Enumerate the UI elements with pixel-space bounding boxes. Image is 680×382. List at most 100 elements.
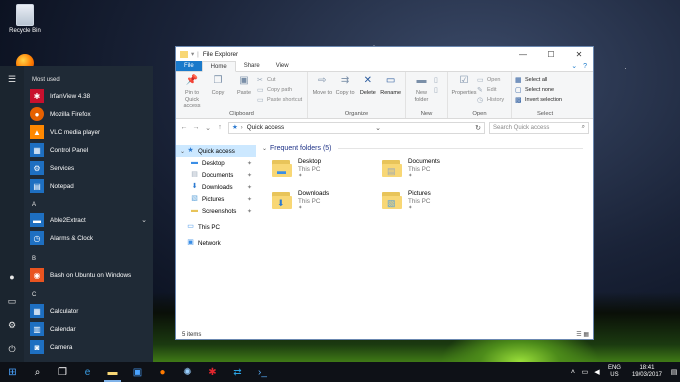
copy-label: Copy: [211, 90, 225, 96]
clock[interactable]: 18:41 19/03/2017: [632, 365, 662, 379]
app-calendar[interactable]: ▥ Calendar: [30, 321, 147, 337]
group-label: Clipboard: [229, 111, 254, 117]
app-irfanview[interactable]: ✱ IrfanView 4.38: [30, 88, 147, 104]
network-tool-icon[interactable]: ✺: [175, 362, 200, 382]
app-calculator[interactable]: ▦ Calculator: [30, 303, 147, 319]
nav-item-screenshots[interactable]: ▬ Screenshots ✦: [176, 205, 256, 217]
user-icon[interactable]: ●: [6, 272, 18, 282]
action-center-icon[interactable]: ▤: [668, 368, 680, 376]
properties-label: Properties: [451, 90, 477, 96]
history-button[interactable]: ◷ History: [477, 96, 504, 104]
task-view-icon[interactable]: ❐: [50, 362, 75, 382]
app-services[interactable]: ⚙ Services: [30, 160, 147, 176]
address-dropdown-icon[interactable]: ⌄: [372, 124, 384, 132]
power-icon[interactable]: ⏻: [6, 344, 18, 354]
windows-start-icon[interactable]: ⊞: [0, 362, 25, 382]
edit-button[interactable]: ✎ Edit: [477, 86, 504, 94]
app-firefox[interactable]: ● Mozilla Firefox: [30, 106, 147, 122]
app-notepad[interactable]: ▤ Notepad: [30, 178, 147, 194]
section-header-a[interactable]: A: [32, 202, 36, 208]
nav-item-documents[interactable]: ▤ Documents ✦: [176, 169, 256, 181]
tab-file[interactable]: File: [176, 61, 202, 71]
network-icon[interactable]: ▭: [579, 368, 591, 376]
view-toggle-icons[interactable]: ☰ ▦: [576, 331, 589, 338]
title-bar[interactable]: ▾ | File Explorer — ☐ ✕: [176, 47, 593, 61]
recycle-bin-shortcut[interactable]: Recycle Bin: [2, 4, 48, 34]
section-header-c[interactable]: C: [32, 292, 36, 298]
nav-item-pictures[interactable]: ▧ Pictures ✦: [176, 193, 256, 205]
chevron-up-icon[interactable]: ˄: [567, 369, 579, 376]
tab-view[interactable]: View: [268, 61, 297, 71]
address-bar[interactable]: ★ › Quick access ⌄ ↻: [228, 121, 485, 134]
minimize-button[interactable]: —: [509, 50, 537, 59]
store-icon[interactable]: ▣: [125, 362, 150, 382]
app-vlc[interactable]: ▲ VLC media player: [30, 124, 147, 140]
folder-tile-downloads[interactable]: ⬇ Downloads This PC ✦: [272, 190, 329, 213]
navigation-pane: ⌄ ★ Quick access ▬ Desktop ✦ ▤ Documents…: [176, 140, 256, 329]
volume-icon[interactable]: ◀: [591, 368, 603, 376]
ribbon: 📌 Pin to Quick access ❐ Copy ▣ Paste ✂ Cu…: [176, 72, 593, 119]
close-button[interactable]: ✕: [565, 50, 593, 59]
folder-tile-documents[interactable]: ▤ Documents This PC ✦: [382, 158, 440, 181]
open-button[interactable]: ▭ Open: [477, 76, 504, 84]
nav-item-this-pc[interactable]: ▭ This PC: [176, 221, 256, 233]
up-arrow-icon[interactable]: ↑: [216, 124, 224, 131]
easy-access-button[interactable]: ▯: [434, 86, 444, 94]
app-bash-ubuntu[interactable]: ◉ Bash on Ubuntu on Windows: [30, 267, 147, 283]
chevron-down-icon[interactable]: ⌄: [141, 216, 147, 224]
tab-share[interactable]: Share: [236, 61, 268, 71]
maximize-button[interactable]: ☐: [537, 50, 565, 59]
cut-button[interactable]: ✂ Cut: [257, 76, 302, 84]
select-none-button[interactable]: ▢ Select none: [515, 86, 562, 94]
teamviewer-icon[interactable]: ⇄: [225, 362, 250, 382]
app-able2extract[interactable]: ▬ Able2Extract ⌄: [30, 212, 147, 228]
language-indicator[interactable]: ENG US: [608, 365, 621, 379]
computer-icon: ▭: [187, 223, 194, 230]
search-icon[interactable]: ⌕: [25, 362, 50, 382]
folder-tile-desktop[interactable]: ▬ Desktop This PC ✦: [272, 158, 321, 181]
recent-locations-icon[interactable]: ⌄: [204, 124, 212, 132]
search-input[interactable]: Search Quick access ⌕: [489, 121, 589, 134]
tab-home[interactable]: Home: [201, 61, 236, 72]
irfanview-icon[interactable]: ✱: [200, 362, 225, 382]
copy-icon: ❐: [213, 74, 223, 86]
back-arrow-icon[interactable]: ←: [180, 124, 188, 131]
app-camera[interactable]: ◙ Camera: [30, 339, 147, 355]
nav-item-downloads[interactable]: ⬇ Downloads ✦: [176, 181, 256, 193]
breadcrumb[interactable]: Quick access: [247, 124, 284, 131]
powershell-icon[interactable]: ›_: [250, 362, 275, 382]
documents-folder-icon: ▤: [382, 158, 402, 178]
copy-path-button[interactable]: ▭ Copy path: [257, 86, 302, 94]
nav-item-network[interactable]: ▣ Network: [176, 237, 256, 249]
new-item-icon: ▯: [434, 77, 438, 84]
refresh-icon[interactable]: ↻: [472, 124, 484, 132]
frequent-folders-header[interactable]: ⌄ Frequent folders (5): [262, 142, 593, 154]
edge-icon[interactable]: e: [75, 362, 100, 382]
nav-item-quick-access[interactable]: ⌄ ★ Quick access: [176, 145, 256, 157]
hamburger-icon[interactable]: ☰: [6, 74, 18, 84]
firefox-icon[interactable]: ●: [150, 362, 175, 382]
folder-tile-pictures[interactable]: ▧ Pictures This PC ✦: [382, 190, 431, 213]
chevron-down-icon[interactable]: ⌄: [262, 145, 267, 152]
forward-arrow-icon[interactable]: →: [192, 124, 200, 131]
quick-access-toolbar-icon[interactable]: ▾: [191, 51, 194, 58]
nav-item-desktop[interactable]: ▬ Desktop ✦: [176, 157, 256, 169]
section-header-b[interactable]: B: [32, 256, 36, 262]
collapse-ribbon-icon[interactable]: ⌄: [571, 62, 577, 70]
help-icon[interactable]: ?: [583, 63, 587, 70]
folder-icon: [180, 50, 188, 58]
documents-icon[interactable]: ▭: [6, 296, 18, 306]
settings-gear-icon[interactable]: ⚙: [6, 320, 18, 330]
ribbon-tabs: File Home Share View ⌄ ?: [176, 61, 593, 72]
calculator-icon: ▦: [30, 304, 44, 318]
app-alarms-clock[interactable]: ◷ Alarms & Clock: [30, 230, 147, 246]
delete-x-icon: ✕: [363, 74, 373, 86]
paste-shortcut-button[interactable]: ▭ Paste shortcut: [257, 96, 302, 104]
invert-selection-button[interactable]: ▩ Invert selection: [515, 96, 562, 104]
app-control-panel[interactable]: ▦ Control Panel: [30, 142, 147, 158]
file-explorer-taskbar-icon[interactable]: ▬: [100, 362, 125, 382]
select-all-button[interactable]: ▦ Select all: [515, 76, 562, 84]
firefox-icon: ●: [30, 107, 44, 121]
new-item-button[interactable]: ▯: [434, 76, 444, 84]
paste-label: Paste: [236, 90, 252, 96]
